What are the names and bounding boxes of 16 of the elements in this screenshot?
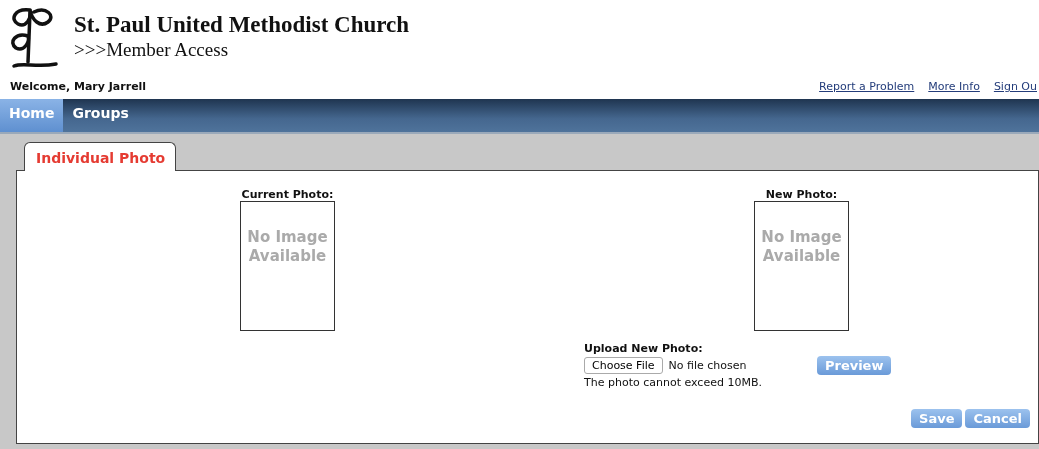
choose-file-button[interactable]: Choose File	[584, 357, 663, 374]
welcome-text: Welcome, Mary Jarrell	[10, 80, 147, 93]
nav-item[interactable]: Groups	[63, 99, 138, 132]
photo-label: Current Photo:	[241, 188, 334, 201]
tab[interactable]: Individual Photo	[24, 142, 177, 171]
photo-label: New Photo:	[765, 188, 838, 201]
header-link[interactable]: Report a Problem	[819, 80, 915, 93]
file-status: No file chosen	[668, 359, 747, 372]
church-name: St. Paul United Methodist Church	[74, 12, 410, 38]
no-image-text: No Image Available	[246, 228, 329, 267]
header-link[interactable]: More Info	[928, 80, 980, 93]
upload-label: Upload New Photo:	[584, 342, 704, 355]
page-subtitle: >>>Member Access	[74, 38, 230, 62]
size-note: The photo cannot exceed 10MB.	[584, 376, 762, 389]
header-link[interactable]: Sign Ou	[993, 80, 1037, 93]
no-image-text: No Image Available	[760, 228, 843, 267]
